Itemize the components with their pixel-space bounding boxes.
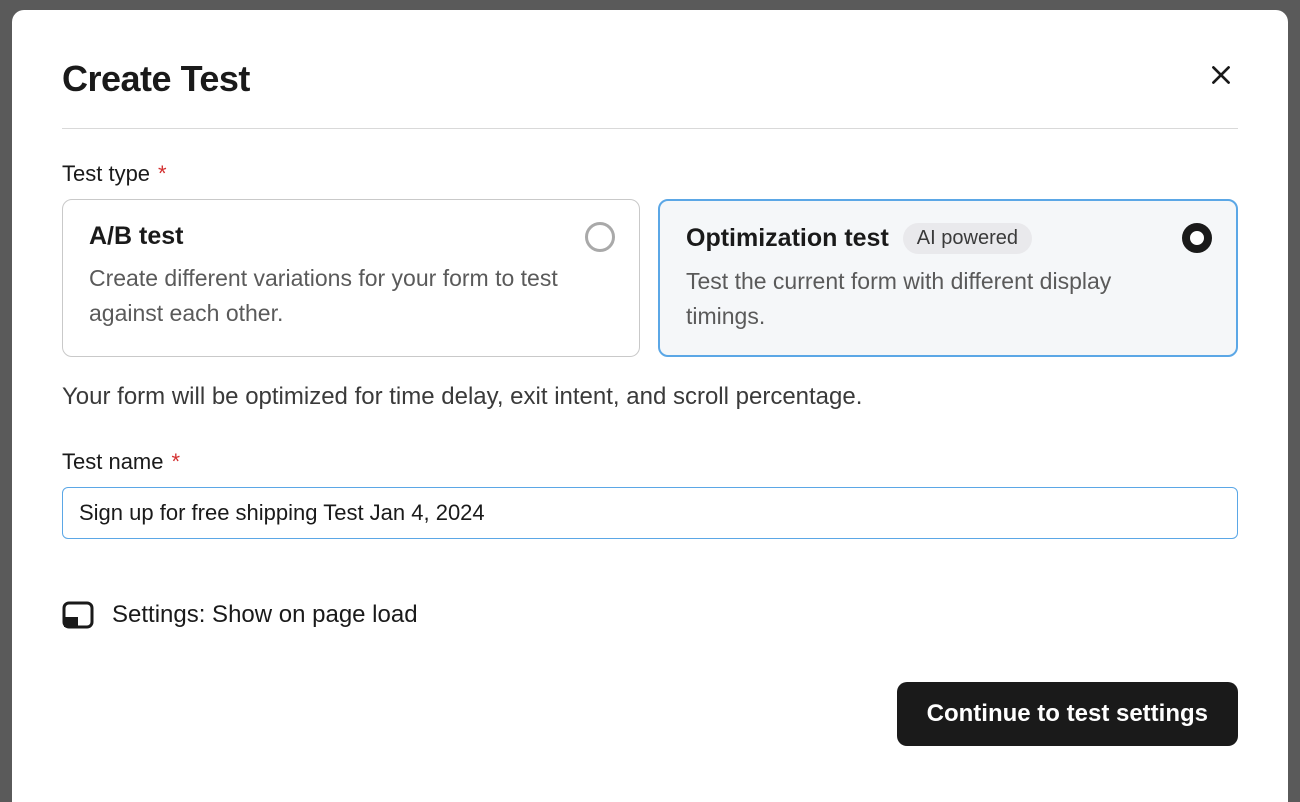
radio-selected-icon bbox=[1182, 223, 1212, 253]
create-test-modal: Create Test Test type * A/B test Create … bbox=[12, 10, 1288, 802]
test-name-input[interactable] bbox=[62, 487, 1238, 539]
optimization-helper-text: Your form will be optimized for time del… bbox=[62, 383, 1238, 411]
modal-header: Create Test bbox=[62, 58, 1238, 129]
required-indicator: * bbox=[158, 161, 167, 187]
test-type-option-optimization[interactable]: Optimization test AI powered Test the cu… bbox=[658, 199, 1238, 357]
option-desc: Test the current form with different dis… bbox=[686, 264, 1158, 333]
settings-text: Settings: Show on page load bbox=[112, 601, 418, 629]
test-type-option-ab[interactable]: A/B test Create different variations for… bbox=[62, 199, 640, 357]
ai-powered-badge: AI powered bbox=[903, 223, 1032, 254]
modal-footer: Continue to test settings bbox=[897, 682, 1238, 746]
required-indicator: * bbox=[172, 449, 181, 475]
test-type-options: A/B test Create different variations for… bbox=[62, 199, 1238, 357]
option-title: A/B test bbox=[89, 222, 183, 251]
test-name-label: Test name * bbox=[62, 449, 1238, 475]
modal-title: Create Test bbox=[62, 58, 250, 100]
radio-unselected-icon bbox=[585, 222, 615, 252]
page-load-icon bbox=[62, 599, 94, 631]
close-button[interactable] bbox=[1204, 58, 1238, 92]
option-title: Optimization test bbox=[686, 224, 889, 253]
close-icon bbox=[1208, 62, 1234, 88]
option-desc: Create different variations for your for… bbox=[89, 261, 561, 330]
test-type-label: Test type * bbox=[62, 161, 1238, 187]
continue-button[interactable]: Continue to test settings bbox=[897, 682, 1238, 746]
settings-row: Settings: Show on page load bbox=[62, 599, 1238, 631]
